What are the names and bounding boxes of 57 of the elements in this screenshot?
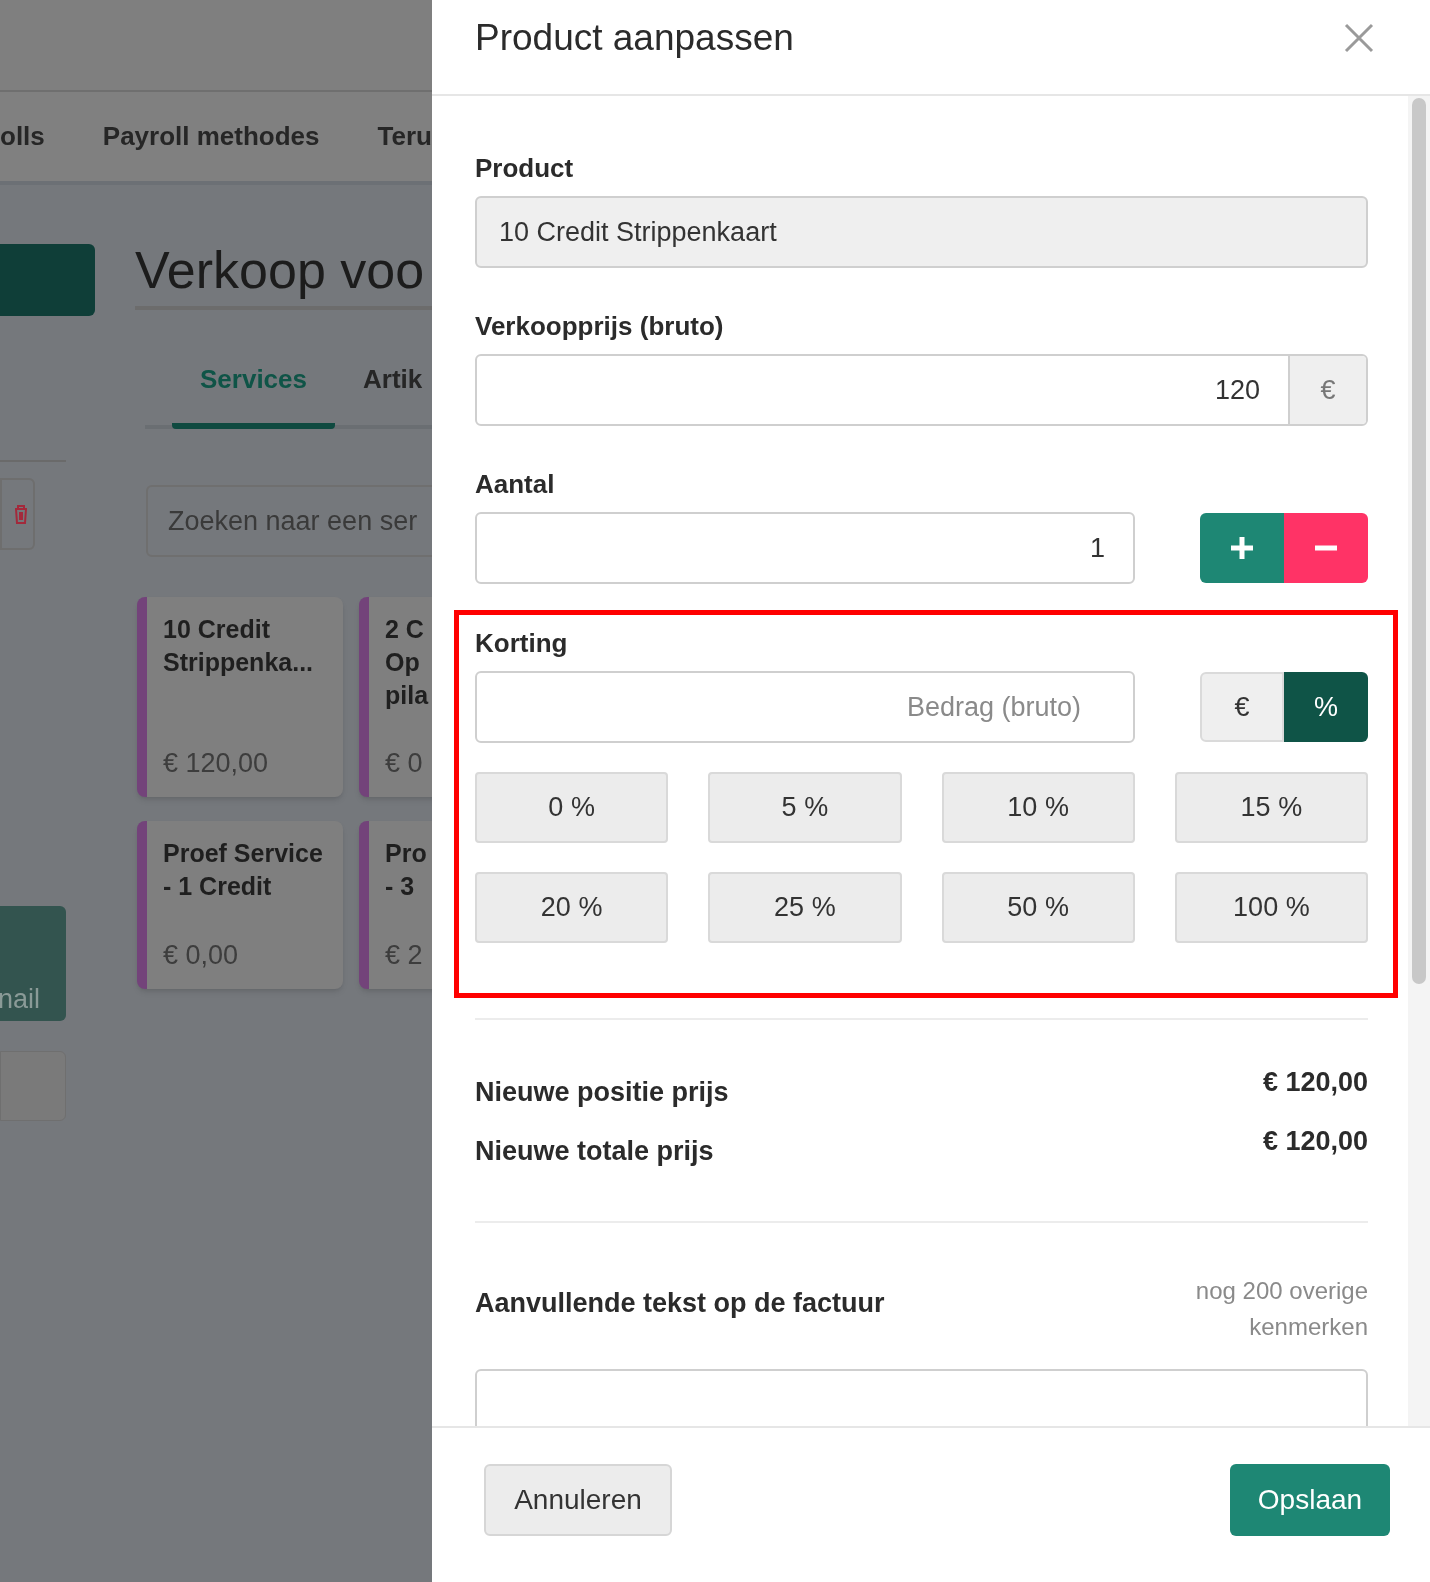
plus-icon bbox=[1230, 536, 1254, 560]
unit-toggle[interactable]: € bbox=[1200, 672, 1284, 742]
minus-icon bbox=[1314, 545, 1338, 551]
delete-button[interactable] bbox=[0, 478, 35, 550]
service-card[interactable]: Proef Service - 1 Credit € 0,00 bbox=[137, 821, 343, 989]
trash-icon bbox=[14, 504, 28, 524]
discount-preset-button[interactable]: 10 % bbox=[941, 772, 1135, 843]
discount-preset-button[interactable]: 50 % bbox=[941, 872, 1135, 943]
discount-preset-button[interactable]: 15 % bbox=[1174, 772, 1368, 843]
field-label: Korting bbox=[475, 627, 569, 659]
card-title: Strippenka... bbox=[163, 647, 315, 678]
card-title: Op bbox=[385, 647, 421, 678]
discount-preset-button[interactable]: 25 % bbox=[708, 872, 902, 943]
summary-value: € 120,00 bbox=[1262, 1124, 1368, 1158]
card-title: pila bbox=[385, 680, 430, 711]
unit-toggle[interactable]: % bbox=[1284, 672, 1368, 742]
card-title: Proef Service bbox=[163, 838, 324, 869]
scrollbar[interactable] bbox=[1412, 98, 1426, 984]
service-card[interactable]: 2 C Op pila € 0 bbox=[359, 597, 432, 797]
card-price: € 2 bbox=[385, 938, 424, 972]
summary-label: Nieuwe totale prijs bbox=[475, 1134, 714, 1168]
field-label: Aanvullende tekst op de factuur bbox=[475, 1287, 885, 1320]
card-title: - 3 bbox=[385, 871, 416, 902]
field-label: Product bbox=[475, 152, 575, 184]
drawer-title: Product aanpassen bbox=[475, 16, 794, 61]
card-price: € 0,00 bbox=[163, 938, 240, 972]
page-title: Verkoop voo bbox=[135, 241, 425, 299]
quantity-field[interactable]: 1 bbox=[475, 512, 1135, 584]
nav-tab[interactable]: Payroll methodes bbox=[102, 117, 320, 156]
card-title: 2 C bbox=[385, 614, 425, 645]
close-button[interactable] bbox=[1344, 23, 1374, 53]
save-button[interactable]: Opslaan bbox=[1230, 1464, 1390, 1536]
invoice-text-field[interactable] bbox=[475, 1369, 1368, 1426]
close-icon bbox=[1344, 23, 1374, 53]
discount-preset-button[interactable]: 5 % bbox=[708, 772, 902, 843]
discount-preset-button[interactable]: 20 % bbox=[475, 872, 669, 943]
card-price: € 0 bbox=[385, 746, 424, 780]
card-price: € 120,00 bbox=[163, 746, 270, 780]
summary-value: € 120,00 bbox=[1262, 1066, 1368, 1099]
discount-preset-button[interactable]: 100 % bbox=[1174, 872, 1368, 943]
nav-tab[interactable]: olls bbox=[0, 117, 45, 156]
service-card[interactable]: 10 Credit Strippenka... € 120,00 bbox=[137, 597, 343, 797]
character-counter: nog 200 overige kenmerken bbox=[1194, 1276, 1368, 1342]
increment-button[interactable] bbox=[1200, 513, 1284, 583]
summary-label: Nieuwe positie prijs bbox=[475, 1076, 729, 1109]
primary-button[interactable] bbox=[0, 244, 95, 316]
field-label: Aantal bbox=[475, 468, 556, 500]
cancel-button[interactable]: Annuleren bbox=[484, 1464, 672, 1536]
discount-preset-button[interactable]: 0 % bbox=[475, 772, 669, 843]
product-field: 10 Credit Strippenkaart bbox=[475, 196, 1368, 268]
service-card[interactable]: Pro - 3 € 2 bbox=[359, 821, 432, 989]
card-title: 10 Credit bbox=[163, 614, 271, 645]
decrement-button[interactable] bbox=[1284, 513, 1368, 583]
card-title: Pro bbox=[385, 838, 428, 869]
field-label: Verkoopprijs (bruto) bbox=[475, 310, 725, 342]
nav-tab[interactable]: Teru bbox=[377, 117, 432, 156]
card-title: - 1 Credit bbox=[163, 871, 273, 902]
